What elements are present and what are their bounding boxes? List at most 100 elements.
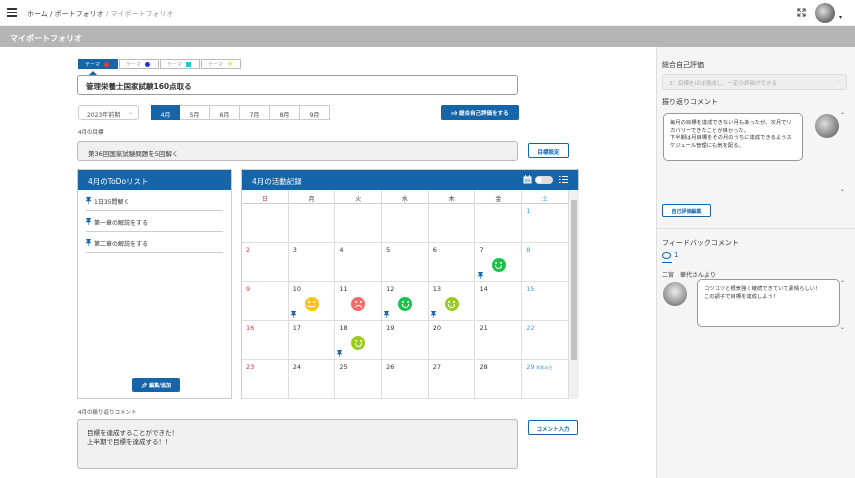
todo-item[interactable]: 第一章の解説をする — [86, 211, 223, 232]
weekday-header: 木 — [428, 190, 476, 204]
comment-input-button[interactable]: コメント入力 — [528, 420, 578, 435]
todo-edit-add-button[interactable]: 📌︎ 編集/追加 — [132, 378, 180, 392]
breadcrumb-portfolio[interactable]: ポートフォリオ — [55, 10, 104, 18]
pin-icon — [337, 350, 343, 357]
self-eval-select[interactable]: 3：目標をほぼ達成し、一定の評価ができる ⌄ — [662, 74, 847, 90]
calendar-day[interactable]: 26 — [382, 360, 429, 399]
calendar-day[interactable]: 16 — [242, 321, 289, 360]
calendar-day[interactable]: 6 — [428, 243, 476, 282]
calendar-day[interactable]: 17 — [288, 321, 336, 360]
pin-icon — [86, 239, 91, 246]
weekday-header: 水 — [382, 190, 429, 204]
smile-face-icon[interactable] — [444, 297, 459, 311]
scroll-up-icon[interactable]: ⌃ — [840, 112, 845, 119]
calendar-day[interactable]: 21 — [475, 321, 523, 360]
smile-face-icon[interactable] — [491, 258, 506, 272]
day-number: 12 — [386, 285, 395, 293]
neutral-face-icon[interactable] — [304, 297, 319, 311]
activity-calendar: 4月の活動記録 日月火水木金土 1 2 3 4 5 6 7 8 9 10 11 12 13 14 15 16 17… — [241, 169, 579, 399]
goal-text: 第36回国家試験問題を5回解く — [77, 141, 518, 161]
self-eval-button[interactable]: 👍︎ 総合自己評価をする — [441, 105, 519, 120]
blue-circle-icon — [145, 62, 151, 67]
view-toggle[interactable] — [535, 176, 553, 184]
weekday-header: 土 — [522, 190, 569, 204]
day-number: 26 — [386, 363, 395, 371]
day-number: 19 — [386, 324, 395, 332]
calendar-day[interactable]: 5 — [382, 243, 429, 282]
calendar-day[interactable]: 9 — [242, 282, 289, 321]
pin-icon: 📌︎ — [141, 383, 148, 389]
calendar-day[interactable]: 19 — [382, 321, 429, 360]
list-icon[interactable] — [559, 175, 568, 184]
day-number: 5 — [386, 246, 391, 254]
calendar-icon[interactable] — [523, 175, 532, 184]
calendar-day — [242, 204, 289, 243]
page-title: マイポートフォリオ — [0, 26, 855, 47]
calendar-scrollbar[interactable] — [569, 190, 579, 399]
theme-tab-3[interactable]: テーマ — [160, 59, 200, 69]
calendar-day[interactable]: 24 — [288, 360, 336, 399]
calendar-day[interactable]: 2 — [242, 243, 289, 282]
user-avatar[interactable] — [815, 3, 835, 23]
scroll-up-icon[interactable]: ⌃ — [840, 280, 845, 287]
smile-face-icon[interactable] — [398, 297, 413, 311]
pin-icon — [86, 197, 91, 204]
day-number: 3 — [292, 246, 297, 254]
month-tab[interactable]: 8月 — [270, 105, 300, 120]
calendar-day — [428, 204, 476, 243]
theme-title: 管理栄養士国家試験160点取る — [77, 71, 518, 95]
theme-tab-1[interactable]: テーマ — [78, 59, 118, 69]
calendar-day[interactable]: 15 — [522, 282, 569, 321]
month-tab[interactable]: 5月 — [180, 105, 210, 120]
menu-icon[interactable] — [7, 8, 17, 17]
day-number: 11 — [339, 285, 348, 293]
day-number: 20 — [432, 324, 442, 332]
thumbs-up-icon: 👍︎ — [451, 111, 458, 117]
day-number: 7 — [479, 246, 484, 254]
fullscreen-icon[interactable] — [797, 8, 806, 17]
feedback-count[interactable]: 1 — [662, 251, 678, 259]
goal-set-button[interactable]: 目標設定 — [528, 143, 569, 158]
day-number: 16 — [246, 324, 255, 332]
calendar-day[interactable]: 14 — [475, 282, 523, 321]
calendar-day[interactable]: 28 — [475, 360, 523, 399]
calendar-day[interactable]: 29 昭和の日 — [522, 360, 569, 399]
month-tab[interactable]: 7月 — [240, 105, 270, 120]
breadcrumb-home[interactable]: ホーム — [27, 10, 48, 18]
calendar-day[interactable]: 20 — [428, 321, 476, 360]
calendar-day[interactable]: 23 — [242, 360, 289, 399]
calendar-day[interactable]: 4 — [335, 243, 383, 282]
day-number: 27 — [432, 363, 442, 371]
todo-item[interactable]: 第二章の解説をする — [86, 232, 223, 253]
calendar-day[interactable]: 3 — [288, 243, 336, 282]
day-number: 21 — [479, 324, 488, 332]
day-number: 25 — [339, 363, 348, 371]
day-number: 1 — [526, 207, 531, 215]
scroll-down-icon[interactable]: ⌄ — [840, 186, 845, 193]
todo-item[interactable]: 1日35問解く — [86, 190, 223, 211]
day-number: 6 — [432, 246, 437, 254]
calendar-day[interactable]: 22 — [522, 321, 569, 360]
calendar-day[interactable]: 25 — [335, 360, 383, 399]
day-number: 4 — [339, 246, 344, 254]
calendar-day[interactable]: 27 — [428, 360, 476, 399]
calendar-day[interactable]: 1 — [522, 204, 569, 243]
day-number: 23 — [246, 363, 255, 371]
calendar-day[interactable]: 8 — [522, 243, 569, 282]
day-number: 10 — [292, 285, 301, 293]
chevron-down-icon: ⌄ — [127, 109, 133, 116]
calendar-header: 4月の活動記録 — [242, 170, 578, 190]
month-tab[interactable]: 9月 — [300, 105, 330, 120]
self-eval-edit-button[interactable]: 自己評価編集 — [662, 204, 711, 217]
month-tab[interactable]: 4月 — [151, 105, 180, 120]
reflection-comment: 毎月の目標を達成できない月もあったが、次月でリカバリーできたことが良かった。 下… — [663, 113, 803, 161]
theme-tab-4[interactable]: テーマ ★ — [201, 59, 241, 69]
scroll-down-icon[interactable]: ⌄ — [840, 324, 845, 331]
day-number: 28 — [479, 363, 488, 371]
term-select[interactable]: 2023年前期 ⌄ — [78, 105, 139, 120]
month-tab[interactable]: 6月 — [210, 105, 240, 120]
theme-tab-2[interactable]: テーマ — [119, 59, 159, 69]
yellow-star-icon: ★ — [227, 60, 234, 68]
day-number: 17 — [292, 324, 301, 332]
chevron-down-icon[interactable]: ▾ — [839, 14, 842, 21]
